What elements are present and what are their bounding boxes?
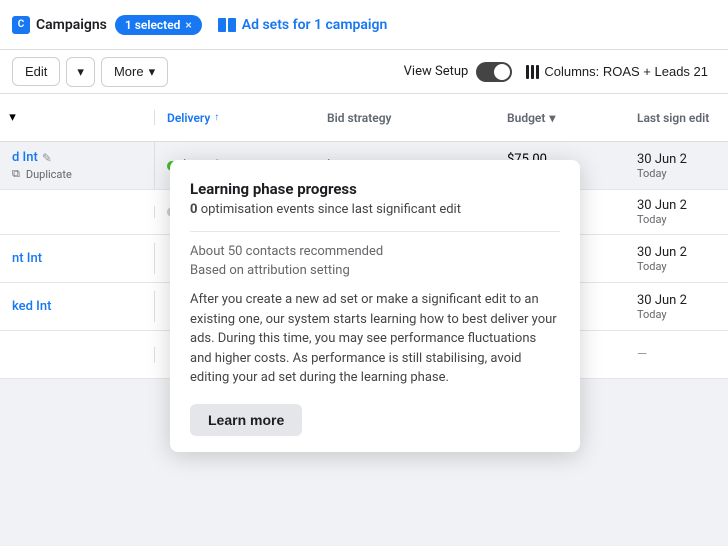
popover-subtitle: 0 optimisation events since last signifi… xyxy=(190,202,560,217)
campaigns-label: Campaigns xyxy=(36,17,107,33)
row4-dash: — xyxy=(637,347,647,362)
row0-last-sig-sub: Today xyxy=(637,167,716,180)
campaigns-icon: C xyxy=(12,16,30,34)
budget-label: Budget xyxy=(507,111,545,125)
adsets-label: Ad sets for 1 campaign xyxy=(242,17,388,33)
campaigns-title: C Campaigns xyxy=(12,16,107,34)
row2-name: nt Int xyxy=(12,251,42,266)
adsets-title: Ad sets for 1 campaign xyxy=(218,17,388,33)
last-sig-label: Last sign edit xyxy=(637,111,709,125)
row3-name: ked Int xyxy=(12,299,51,314)
selected-badge[interactable]: 1 selected × xyxy=(115,15,202,35)
row0-duplicate-label[interactable]: Duplicate xyxy=(26,168,72,181)
budget-header[interactable]: Budget ▾ xyxy=(495,94,625,141)
row1-last-sig-col: 30 Jun 2 Today xyxy=(625,190,728,234)
view-setup-toggle[interactable] xyxy=(476,62,512,82)
row0-name: d Int xyxy=(12,150,38,165)
adsets-icon xyxy=(218,18,236,32)
budget-filter-icon: ▾ xyxy=(549,111,555,125)
columns-icon xyxy=(526,65,539,79)
more-chevron-icon: ▾ xyxy=(149,64,156,80)
row0-last-sig-col: 30 Jun 2 Today xyxy=(625,144,728,188)
popover-recommendation-line1: About 50 contacts recommended xyxy=(190,244,560,259)
row2-last-sig-col: 30 Jun 2 Today xyxy=(625,237,728,281)
popover-subtitle-text: optimisation events since last significa… xyxy=(201,202,461,217)
close-icon[interactable]: × xyxy=(185,18,191,32)
popover-count: 0 xyxy=(190,202,197,217)
row0-last-sig-date: 30 Jun 2 xyxy=(637,152,716,167)
edit-button[interactable]: Edit xyxy=(12,57,60,86)
row3-last-sig-sub: Today xyxy=(637,308,716,321)
name-filter-icon[interactable]: ▾ xyxy=(0,110,25,125)
row0-edit-icon[interactable]: ✎ xyxy=(42,151,52,165)
view-setup-label: View Setup xyxy=(404,64,469,79)
delivery-header-label: Delivery xyxy=(167,111,210,125)
row1-last-sig-sub: Today xyxy=(637,213,716,226)
popover-divider xyxy=(190,231,560,232)
selected-count: 1 selected xyxy=(125,18,181,32)
chevron-down-icon: ▾ xyxy=(77,64,84,80)
row2-last-sig-date: 30 Jun 2 xyxy=(637,245,716,260)
toolbar: Edit ▾ More ▾ View Setup Columns: ROAS +… xyxy=(0,50,728,94)
bid-strategy-header[interactable]: Bid strategy xyxy=(315,94,495,141)
learn-more-button[interactable]: Learn more xyxy=(190,404,302,436)
columns-label: Columns: ROAS + Leads 21 xyxy=(544,64,708,79)
row1-last-sig-date: 30 Jun 2 xyxy=(637,198,716,213)
bid-strategy-label: Bid strategy xyxy=(327,111,392,125)
row2-last-sig-sub: Today xyxy=(637,260,716,273)
top-bar: C Campaigns 1 selected × Ad sets for 1 c… xyxy=(0,0,728,50)
popover-title: Learning phase progress xyxy=(190,180,560,198)
delivery-header[interactable]: Delivery ↑ xyxy=(155,94,315,141)
popover-body: After you create a new ad set or make a … xyxy=(190,290,560,388)
row3-last-sig-date: 30 Jun 2 xyxy=(637,293,716,308)
more-button[interactable]: More ▾ xyxy=(101,57,168,87)
view-setup: View Setup xyxy=(404,62,513,82)
columns-button[interactable]: Columns: ROAS + Leads 21 xyxy=(518,60,716,83)
sort-arrow-icon: ↑ xyxy=(214,112,219,123)
row3-last-sig-col: 30 Jun 2 Today xyxy=(625,285,728,329)
row4-last-sig-col: — xyxy=(625,339,728,370)
learning-phase-popover: Learning phase progress 0 optimisation e… xyxy=(170,160,580,452)
last-sig-header: Last sign edit xyxy=(625,94,728,141)
dropdown-button[interactable]: ▾ xyxy=(66,57,95,87)
popover-recommendation-line2: Based on attribution setting xyxy=(190,263,560,278)
table-header: ▾ Delivery ↑ Bid strategy Budget ▾ Last … xyxy=(0,94,728,142)
more-label: More xyxy=(114,64,144,79)
duplicate-icon: ⧉ xyxy=(12,167,20,181)
